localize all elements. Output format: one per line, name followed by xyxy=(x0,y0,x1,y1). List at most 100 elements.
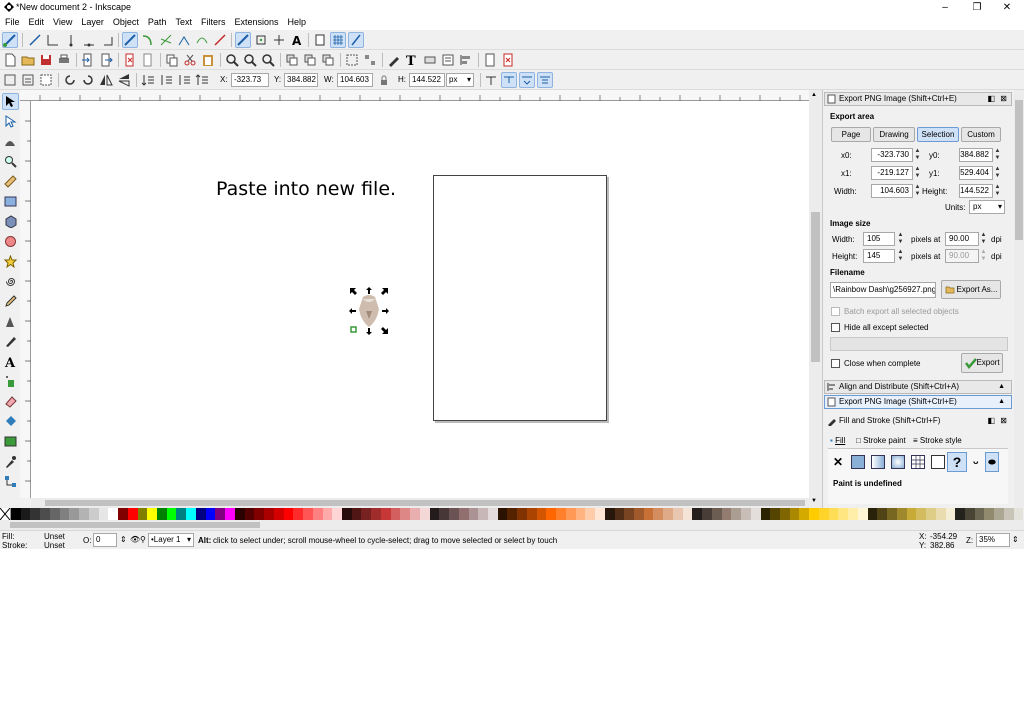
palette-swatch[interactable] xyxy=(1013,508,1024,520)
palette-swatch[interactable] xyxy=(390,508,401,520)
vertical-scroll-thumb[interactable] xyxy=(811,212,820,362)
palette-swatch[interactable] xyxy=(585,508,596,520)
width-input[interactable]: 104.603 xyxy=(871,184,913,198)
palette-swatch[interactable] xyxy=(215,508,226,520)
area-page-button[interactable]: Page xyxy=(831,127,871,142)
palette-swatch[interactable] xyxy=(59,508,70,520)
snap-page-border-button[interactable] xyxy=(312,32,328,48)
units-select[interactable]: px ▾ xyxy=(446,73,474,87)
palette-swatch[interactable] xyxy=(741,508,751,520)
node-tool[interactable] xyxy=(2,113,19,130)
palette-swatch[interactable] xyxy=(195,508,206,520)
zoom-page-button[interactable] xyxy=(260,52,276,68)
snap-bbox-edge-button[interactable] xyxy=(45,32,61,48)
rectangle-tool[interactable] xyxy=(2,193,19,210)
select-all-button[interactable] xyxy=(2,72,18,88)
fill-rule-nonzero-icon[interactable]: ⬬ xyxy=(985,452,999,472)
snap-intersections-button[interactable] xyxy=(158,32,174,48)
width-spinner[interactable]: ▲ ▼ xyxy=(913,184,922,198)
paint-bucket-tool[interactable] xyxy=(2,413,19,430)
pattern-icon[interactable] xyxy=(931,455,945,469)
close-window-button[interactable]: ✕ xyxy=(992,0,1022,15)
snap-midpoints-button[interactable] xyxy=(212,32,228,48)
palette-swatch[interactable] xyxy=(780,508,790,520)
palette-swatch[interactable] xyxy=(176,508,187,520)
redo-button[interactable] xyxy=(140,52,156,68)
export-png-tab[interactable]: Export PNG Image (Shift+Ctrl+E) ▲ xyxy=(824,395,1012,409)
palette-swatch[interactable] xyxy=(225,508,235,520)
snap-rotation-center-button[interactable] xyxy=(271,32,287,48)
palette-swatch[interactable] xyxy=(419,508,430,520)
panel-scroll-thumb[interactable] xyxy=(1015,100,1023,240)
snap-others-button[interactable] xyxy=(235,32,251,48)
palette-swatch[interactable] xyxy=(40,508,50,520)
palette-swatch[interactable] xyxy=(916,508,927,520)
selected-object[interactable] xyxy=(349,287,389,335)
palette-swatch[interactable] xyxy=(410,508,420,520)
palette-swatch[interactable] xyxy=(264,508,274,520)
palette-scroll-thumb[interactable] xyxy=(10,522,260,528)
palette-scrollbar[interactable] xyxy=(0,520,1024,530)
snap-cusp-button[interactable] xyxy=(176,32,192,48)
palette-swatch[interactable] xyxy=(818,508,829,520)
y1-spinner[interactable]: ▲ ▼ xyxy=(993,166,1002,180)
palette-swatch[interactable] xyxy=(838,508,849,520)
lower-button[interactable] xyxy=(158,72,174,88)
clone-button[interactable] xyxy=(302,52,318,68)
scroll-down-arrow-icon[interactable]: ▼ xyxy=(811,498,817,504)
palette-swatch[interactable] xyxy=(789,508,800,520)
palette-swatch[interactable] xyxy=(458,508,469,520)
fill-rule-evenodd-icon[interactable]: ᴗ xyxy=(973,456,979,466)
eye-icon[interactable]: 👁 xyxy=(130,535,140,544)
palette-swatch[interactable] xyxy=(682,508,693,520)
layers-dialog-button[interactable] xyxy=(422,52,438,68)
palette-swatch[interactable] xyxy=(157,508,167,520)
x1-spinner[interactable]: ▲ ▼ xyxy=(913,166,922,180)
deselect-button[interactable] xyxy=(38,72,54,88)
snap-nodes-button[interactable] xyxy=(122,32,138,48)
palette-swatch[interactable] xyxy=(887,508,897,520)
zoom-selection-button[interactable] xyxy=(224,52,240,68)
zoom-input[interactable]: 35% xyxy=(976,533,1010,547)
palette-swatch[interactable] xyxy=(614,508,625,520)
rotate-cw-button[interactable] xyxy=(80,72,96,88)
palette-swatch[interactable] xyxy=(380,508,391,520)
snap-object-center-button[interactable] xyxy=(253,32,269,48)
connector-tool[interactable] xyxy=(2,473,19,490)
scale-corners-button[interactable] xyxy=(501,72,517,88)
raise-to-top-button[interactable] xyxy=(194,72,210,88)
palette-swatch[interactable] xyxy=(1003,508,1014,520)
menu-extensions[interactable]: Extensions xyxy=(229,15,282,27)
calligraphy-tool[interactable] xyxy=(2,333,19,350)
canvas-horizontal-scrollbar[interactable] xyxy=(31,498,809,508)
palette-swatch[interactable] xyxy=(634,508,644,520)
duplicate-button[interactable] xyxy=(284,52,300,68)
palette-swatch[interactable] xyxy=(79,508,89,520)
height-input[interactable]: 144.522 xyxy=(959,184,993,198)
palette-swatch[interactable] xyxy=(809,508,819,520)
area-drawing-button[interactable]: Drawing xyxy=(873,127,915,142)
y0-spinner[interactable]: ▲ ▼ xyxy=(993,148,1002,162)
palette-swatch[interactable] xyxy=(867,508,878,520)
print-button[interactable] xyxy=(56,52,72,68)
palette-swatch[interactable] xyxy=(731,508,742,520)
snap-grid-button[interactable] xyxy=(330,32,346,48)
palette-swatch[interactable] xyxy=(692,508,703,520)
snap-bbox-midpoint-button[interactable] xyxy=(81,32,97,48)
palette-swatch[interactable] xyxy=(984,508,995,520)
palette-swatch[interactable] xyxy=(234,508,245,520)
palette-swatch[interactable] xyxy=(507,508,518,520)
canvas-vertical-scrollbar[interactable]: ▲ ▼ xyxy=(809,90,822,508)
snap-enable-button[interactable] xyxy=(2,32,18,48)
text-font-dialog-button[interactable]: T xyxy=(404,52,420,68)
menu-help[interactable]: Help xyxy=(282,15,310,27)
gradient-tool[interactable] xyxy=(2,433,19,450)
height-spinner[interactable]: ▲ ▼ xyxy=(993,184,1002,198)
zoom-spinner[interactable]: ⇕ xyxy=(1012,535,1019,544)
palette-swatch[interactable] xyxy=(721,508,732,520)
palette-swatch[interactable] xyxy=(273,508,284,520)
text-tool[interactable]: A xyxy=(2,353,19,370)
palette-swatch[interactable] xyxy=(166,508,177,520)
menu-layer[interactable]: Layer xyxy=(76,15,108,27)
color-palette[interactable] xyxy=(0,507,1024,521)
